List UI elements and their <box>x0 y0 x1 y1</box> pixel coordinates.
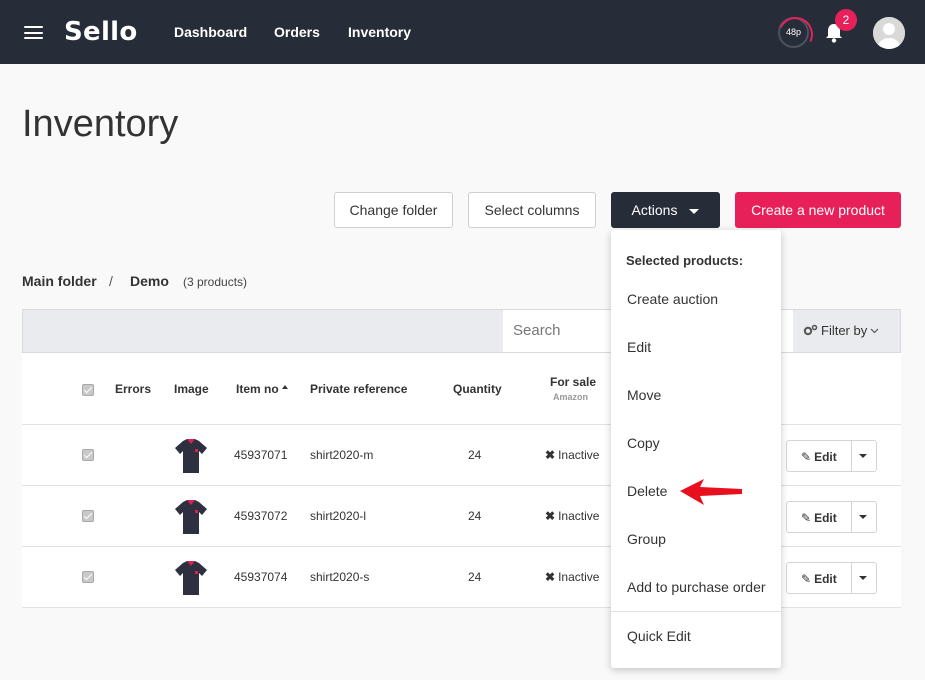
menu-item-move[interactable]: Move <box>627 387 661 403</box>
change-folder-button[interactable]: Change folder <box>334 192 453 228</box>
status-label: Inactive <box>558 509 600 523</box>
edit-split-button[interactable]: ✎ Edit <box>786 440 877 472</box>
breadcrumb-folder[interactable]: Demo <box>130 273 169 289</box>
item-number: 45937071 <box>234 448 288 462</box>
menu-item-group[interactable]: Group <box>627 531 666 547</box>
page-title: Inventory <box>22 103 179 145</box>
menu-item-create-auction[interactable]: Create auction <box>627 291 718 307</box>
product-thumbnail[interactable] <box>174 437 208 475</box>
select-columns-button[interactable]: Select columns <box>468 192 596 228</box>
private-reference: shirt2020-l <box>310 509 367 523</box>
status-badge: ✖ Inactive <box>545 509 599 523</box>
actions-dropdown-button[interactable]: Actions <box>611 192 720 228</box>
edit-icon: ✎ <box>801 572 812 586</box>
column-header-item-no[interactable]: Item no <box>236 382 288 396</box>
caret-down-icon <box>689 208 700 214</box>
product-thumbnail[interactable] <box>174 559 208 597</box>
edit-button[interactable]: ✎ Edit <box>801 450 837 464</box>
actions-dropdown-menu: Selected products: Create auction Edit M… <box>611 230 781 668</box>
status-label: Inactive <box>558 570 600 584</box>
column-subheader-amazon: Amazon <box>553 392 589 402</box>
edit-button[interactable]: ✎ Edit <box>801 572 837 586</box>
menu-header: Selected products: <box>626 253 744 268</box>
menu-item-delete[interactable]: Delete <box>627 483 667 499</box>
x-icon: ✖ <box>545 448 556 462</box>
product-count: (3 products) <box>183 275 248 289</box>
menu-item-add-to-purchase-order[interactable]: Add to purchase order <box>627 579 766 595</box>
edit-icon: ✎ <box>801 511 812 525</box>
chevron-down-icon <box>870 328 879 334</box>
item-no-label: Item no <box>236 382 279 396</box>
caret-down-icon[interactable] <box>859 515 867 519</box>
row-checkbox[interactable] <box>82 571 94 583</box>
x-icon: ✖ <box>545 509 556 523</box>
edit-icon: ✎ <box>801 450 812 464</box>
annotation-arrow-icon <box>680 479 742 505</box>
gears-icon <box>803 324 818 336</box>
menu-divider <box>611 611 781 612</box>
top-nav-bar: Sello Dashboard Orders Inventory 48p 2 <box>0 0 925 64</box>
edit-button-label: Edit <box>814 572 837 586</box>
column-header-image[interactable]: Image <box>174 382 209 396</box>
nav-link-inventory[interactable]: Inventory <box>348 24 411 40</box>
edit-button-label: Edit <box>814 511 837 525</box>
divider <box>851 502 852 532</box>
create-product-button[interactable]: Create a new product <box>735 192 901 228</box>
breadcrumb-separator: / <box>109 273 113 289</box>
item-number: 45937074 <box>234 570 288 584</box>
edit-split-button[interactable]: ✎ Edit <box>786 562 877 594</box>
nav-link-dashboard[interactable]: Dashboard <box>174 24 247 40</box>
status-badge: ✖ Inactive <box>545 570 599 584</box>
private-reference: shirt2020-m <box>310 448 374 462</box>
column-header-private-reference[interactable]: Private reference <box>310 382 407 396</box>
actions-button-label: Actions <box>631 202 678 218</box>
quantity-value: 24 <box>468 570 482 584</box>
status-label: Inactive <box>558 448 600 462</box>
x-icon: ✖ <box>545 570 556 584</box>
edit-button[interactable]: ✎ Edit <box>801 511 837 525</box>
filter-by-button[interactable]: Filter by <box>803 323 879 338</box>
divider <box>851 563 852 593</box>
row-checkbox[interactable] <box>82 449 94 461</box>
brand-logo[interactable]: Sello <box>64 17 138 47</box>
product-thumbnail[interactable] <box>174 498 208 536</box>
speed-gauge-icon[interactable]: 48p <box>778 17 809 48</box>
user-avatar[interactable] <box>873 17 905 49</box>
notification-count-badge: 2 <box>835 9 857 31</box>
quantity-value: 24 <box>468 509 482 523</box>
column-header-errors[interactable]: Errors <box>115 382 151 396</box>
speed-gauge-label: 48p <box>785 27 802 37</box>
column-header-quantity[interactable]: Quantity <box>453 382 502 396</box>
edit-button-label: Edit <box>814 450 837 464</box>
breadcrumb-root[interactable]: Main folder <box>22 273 97 289</box>
item-number: 45937072 <box>234 509 288 523</box>
status-badge: ✖ Inactive <box>545 448 599 462</box>
edit-split-button[interactable]: ✎ Edit <box>786 501 877 533</box>
row-checkbox[interactable] <box>82 510 94 522</box>
menu-item-copy[interactable]: Copy <box>627 435 660 451</box>
caret-down-icon[interactable] <box>859 454 867 458</box>
caret-down-icon[interactable] <box>859 576 867 580</box>
sort-ascending-icon <box>281 385 288 389</box>
private-reference: shirt2020-s <box>310 570 370 584</box>
select-all-checkbox[interactable] <box>82 384 94 396</box>
hamburger-menu-icon[interactable] <box>24 26 43 39</box>
filter-by-label: Filter by <box>821 323 868 338</box>
nav-link-orders[interactable]: Orders <box>274 24 320 40</box>
quantity-value: 24 <box>468 448 482 462</box>
menu-item-quick-edit[interactable]: Quick Edit <box>627 628 691 644</box>
column-header-for-sale[interactable]: For sale <box>550 375 596 389</box>
divider <box>851 441 852 471</box>
menu-item-edit[interactable]: Edit <box>627 339 651 355</box>
